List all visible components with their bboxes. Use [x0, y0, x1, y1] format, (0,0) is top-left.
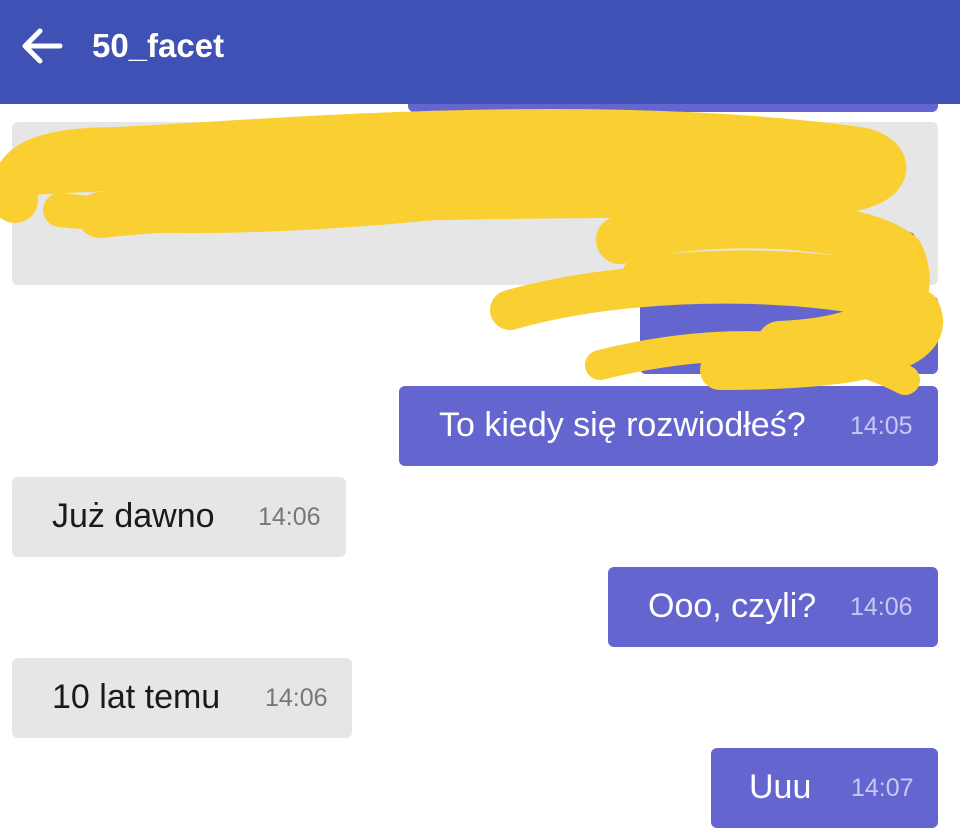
message-bubble-outgoing[interactable]: To kiedy się rozwiodłeś? 14:05: [399, 386, 938, 466]
arrow-left-icon: [22, 28, 63, 64]
message-time: 3: [902, 228, 916, 256]
message-text: Już dawno: [52, 497, 215, 535]
message-time: 14:05: [850, 412, 913, 440]
chat-area[interactable]: 3 To kiedy się rozwiodłeś? 14:05 Już daw…: [0, 0, 960, 837]
message-bubble-incoming[interactable]: Już dawno 14:06: [12, 477, 346, 557]
message-text: 10 lat temu: [52, 678, 221, 716]
message-text: Uuu: [749, 768, 812, 806]
chat-header: 50_facet: [0, 0, 960, 104]
message-text: Ooo, czyli?: [648, 587, 817, 625]
contact-name[interactable]: 50_facet: [92, 26, 224, 66]
message-time: 14:06: [265, 684, 328, 712]
back-button[interactable]: [20, 26, 64, 66]
message-text: To kiedy się rozwiodłeś?: [439, 406, 806, 444]
message-bubble-outgoing[interactable]: Uuu 14:07: [711, 748, 938, 828]
message-time: 14:07: [851, 774, 914, 802]
message-bubble-outgoing[interactable]: Ooo, czyli? 14:06: [608, 567, 938, 647]
redacted-outgoing-message[interactable]: [640, 296, 938, 374]
redacted-incoming-message[interactable]: 3: [12, 122, 938, 285]
message-time: 14:06: [258, 503, 321, 531]
message-bubble-incoming[interactable]: 10 lat temu 14:06: [12, 658, 352, 738]
message-time: 14:06: [850, 593, 913, 621]
